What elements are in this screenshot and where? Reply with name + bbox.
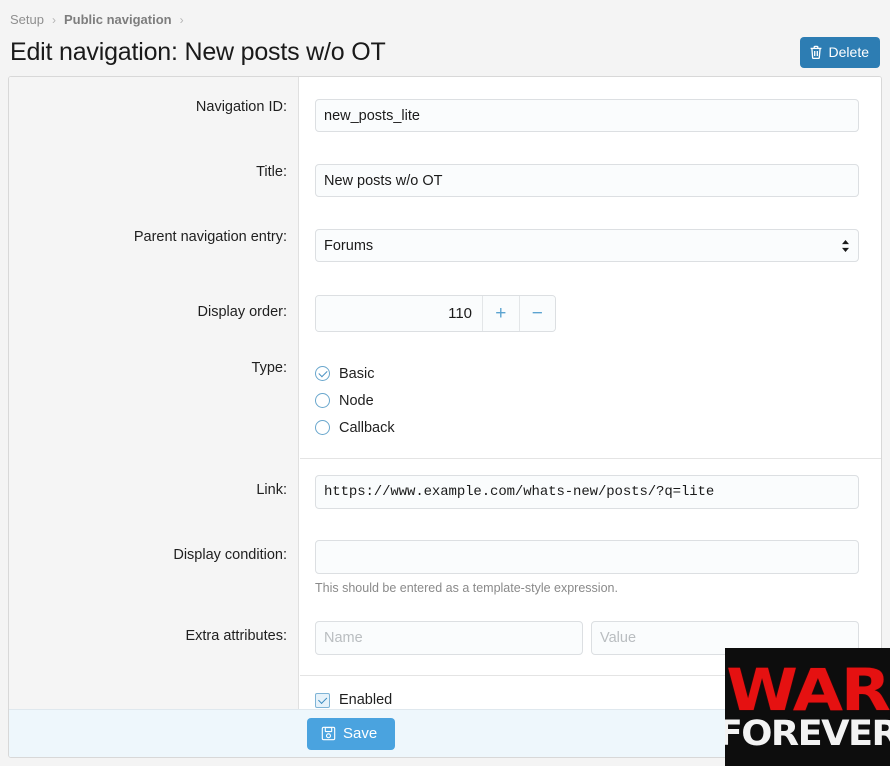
extra-attribute-name-input[interactable]: [315, 621, 583, 655]
extra-attributes-label: Extra attributes:: [185, 628, 287, 644]
row-display-condition: Display condition: This should be entere…: [9, 509, 881, 595]
title-label: Title:: [256, 164, 287, 180]
radio-option-node[interactable]: Node: [315, 387, 859, 414]
navigation-id-field: [299, 99, 881, 132]
parent-navigation-field: Forums: [299, 229, 881, 262]
trash-icon: [809, 45, 823, 60]
page-title: Edit navigation: New posts w/o OT: [10, 37, 386, 66]
radio-node-icon: [315, 393, 330, 408]
breadcrumb-item-public-navigation[interactable]: Public navigation: [64, 12, 172, 27]
radio-callback-label: Callback: [339, 419, 395, 436]
row-title: Title:: [9, 132, 881, 197]
title-field: [299, 164, 881, 197]
parent-navigation-select[interactable]: Forums: [315, 229, 859, 262]
row-extra-attributes: Extra attributes:: [9, 595, 881, 655]
watermark-line-2: FOREVER: [725, 713, 890, 754]
enabled-label: Enabled: [339, 692, 393, 708]
delete-button[interactable]: Delete: [799, 36, 880, 68]
radio-option-basic[interactable]: Basic: [315, 360, 859, 387]
radio-option-callback[interactable]: Callback: [315, 414, 859, 441]
breadcrumb-item-setup[interactable]: Setup: [10, 12, 44, 27]
breadcrumb: Setup › Public navigation ›: [0, 0, 890, 30]
type-field: Basic Node Callback: [299, 360, 881, 441]
checkbox-checked-icon: [315, 692, 330, 708]
save-button-label: Save: [343, 725, 378, 742]
display-condition-input[interactable]: [315, 540, 859, 574]
display-condition-field: This should be entered as a template-sty…: [299, 540, 881, 595]
display-order-increment-button[interactable]: +: [482, 296, 519, 331]
delete-button-label: Delete: [828, 44, 869, 60]
page-header: Edit navigation: New posts w/o OT Delete: [0, 30, 890, 74]
radio-basic-icon: [315, 366, 330, 381]
display-condition-label: Display condition:: [173, 547, 287, 563]
row-type: Type: Basic Node Callback: [9, 332, 881, 441]
watermark-overlay: WAR FOREVER: [725, 648, 890, 766]
row-parent-navigation: Parent navigation entry: Forums: [9, 197, 881, 262]
floppy-disk-icon: [321, 726, 336, 741]
display-condition-hint: This should be entered as a template-sty…: [315, 581, 618, 595]
watermark-line-1: WAR: [726, 656, 890, 725]
link-input[interactable]: [315, 475, 859, 509]
type-label: Type:: [251, 360, 287, 376]
display-order-decrement-button[interactable]: −: [518, 296, 555, 331]
row-link: Link:: [9, 459, 881, 509]
display-order-input[interactable]: [316, 296, 483, 331]
link-label: Link:: [256, 482, 287, 498]
display-order-stepper: + −: [315, 295, 556, 332]
navigation-id-input[interactable]: [315, 99, 859, 132]
radio-basic-label: Basic: [339, 365, 375, 382]
row-navigation-id: Navigation ID:: [9, 77, 881, 132]
link-field: [299, 475, 881, 509]
display-order-label: Display order:: [197, 304, 287, 320]
form-body: Navigation ID: Title: Parent navigation …: [9, 77, 881, 710]
page-root: Setup › Public navigation › Edit navigat…: [0, 0, 890, 766]
breadcrumb-chevron-icon: ›: [51, 12, 56, 27]
radio-node-label: Node: [339, 392, 374, 409]
navigation-id-label: Navigation ID:: [195, 99, 287, 115]
display-order-field: + −: [299, 295, 881, 332]
save-button[interactable]: Save: [307, 717, 396, 750]
radio-callback-icon: [315, 420, 330, 435]
title-input[interactable]: [315, 164, 859, 197]
row-display-order: Display order: + −: [9, 262, 881, 332]
parent-navigation-label: Parent navigation entry:: [133, 229, 287, 245]
breadcrumb-chevron-icon-2: ›: [179, 12, 184, 27]
